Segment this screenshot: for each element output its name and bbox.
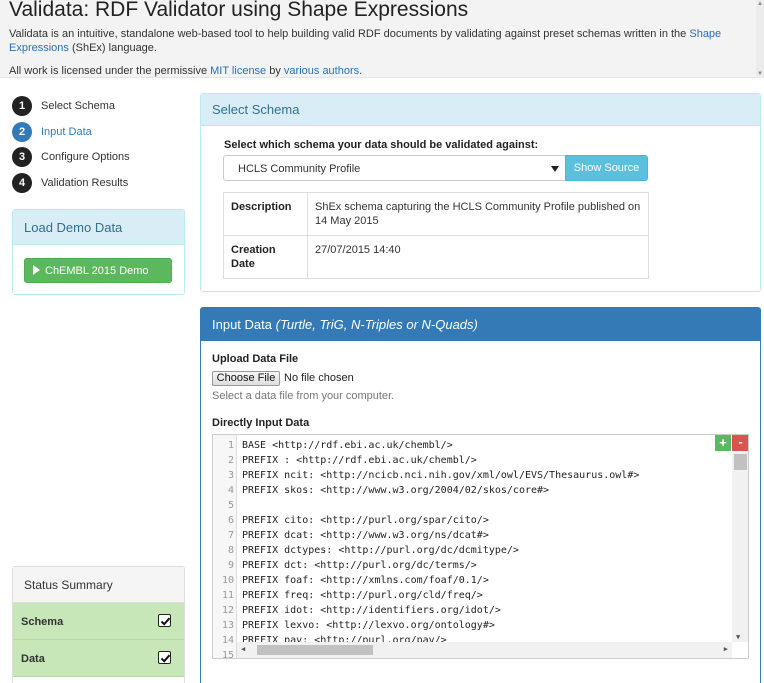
line-number: 3 — [227, 470, 234, 481]
line-text: PREFIX skos: <http://www.w3.org/2004/02/… — [242, 485, 550, 496]
line-text: PREFIX : <http://rdf.ebi.ac.uk/chembl/> — [242, 455, 477, 466]
step-number: 1 — [12, 96, 32, 116]
scroll-down-icon[interactable]: ▼ — [757, 71, 763, 77]
show-source-button[interactable]: Show Source — [565, 155, 648, 181]
line-number: 5 — [227, 500, 234, 511]
intro-text: Validata is an intuitive, standalone web… — [9, 27, 729, 55]
scrollbar-thumb[interactable] — [257, 645, 373, 655]
line-text: PREFIX dct: <http://purl.org/dc/terms/> — [242, 560, 477, 571]
intro-text-end: (ShEx) language. — [68, 42, 157, 54]
license-text-start: All work is licensed under the permissiv… — [9, 65, 211, 77]
line-number: 15 — [221, 650, 234, 659]
schema-selected-value: HCLS Community Profile — [238, 163, 361, 175]
step-label: Input Data — [41, 126, 92, 138]
step-label: Validation Results — [41, 177, 129, 189]
line-number: 8 — [227, 545, 234, 556]
step-number: 3 — [12, 147, 32, 167]
chembl-demo-button[interactable]: ChEMBL 2015 Demo — [24, 258, 172, 283]
schema-info-table: Description ShEx schema capturing the HC… — [223, 192, 649, 279]
scroll-right-icon[interactable]: ▶ — [724, 645, 728, 653]
status-row-data: Data — [13, 640, 184, 677]
schema-question: Select which schema your data should be … — [224, 139, 539, 151]
line-number: 7 — [227, 530, 234, 541]
step-label: Select Schema — [41, 100, 115, 112]
mit-license-link[interactable]: MIT license — [210, 65, 266, 77]
line-number: 12 — [221, 605, 234, 616]
schema-select[interactable]: HCLS Community Profile — [223, 155, 566, 181]
intro-text-start: Validata is an intuitive, standalone web… — [9, 28, 690, 40]
creation-date-label: Creation Date — [223, 235, 308, 279]
line-text: PREFIX dctypes: <http://purl.org/dc/dcmi… — [242, 545, 519, 556]
status-summary-panel: Status Summary Schema Data — [12, 566, 185, 683]
license-text: All work is licensed under the permissiv… — [9, 65, 362, 77]
load-demo-title: Load Demo Data — [13, 210, 184, 245]
page-title: Validata: RDF Validator using Shape Expr… — [9, 0, 469, 21]
line-number: 6 — [227, 515, 234, 526]
chevron-down-icon — [551, 166, 559, 172]
scroll-down-icon[interactable]: ▼ — [736, 633, 740, 641]
checkmark-icon — [158, 614, 171, 627]
select-schema-panel: Select Schema Select which schema your d… — [200, 93, 761, 292]
input-data-title-text: Input Data — [212, 317, 272, 332]
creation-date-value: 27/07/2015 14:40 — [307, 235, 649, 279]
license-text-end: . — [359, 65, 363, 77]
status-label: Schema — [21, 616, 64, 628]
play-icon — [33, 265, 40, 275]
line-number: 9 — [227, 560, 234, 571]
checkmark-icon — [158, 651, 171, 664]
input-data-formats: (Turtle, TriG, N-Triples or N-Quads) — [275, 317, 478, 332]
step-label: Configure Options — [41, 151, 130, 163]
editor-vertical-scrollbar[interactable]: ▼ — [732, 451, 748, 642]
input-data-title: Input Data (Turtle, TriG, N-Triples or N… — [201, 308, 760, 341]
scroll-left-icon[interactable]: ◀ — [241, 645, 245, 653]
authors-link[interactable]: various authors — [284, 65, 359, 77]
step-number: 2 — [12, 122, 32, 142]
scroll-up-icon[interactable]: ▲ — [757, 1, 763, 7]
license-text-mid: by — [266, 65, 284, 77]
line-text: PREFIX freq: <http://purl.org/cld/freq/> — [242, 590, 483, 601]
remove-icon[interactable]: - — [732, 435, 748, 451]
table-row: Description ShEx schema capturing the HC… — [223, 192, 649, 236]
step-number: 4 — [12, 173, 32, 193]
data-editor[interactable]: 1 BASE <http://rdf.ebi.ac.uk/chembl/> 2 PRE… — [212, 434, 749, 659]
description-label: Description — [223, 192, 308, 236]
line-text: PREFIX cito: <http://purl.org/spar/cito/… — [242, 515, 489, 526]
choose-file-button[interactable]: Choose File — [212, 371, 280, 386]
table-row: Creation Date 27/07/2015 14:40 — [223, 235, 649, 279]
page-header: Validata: RDF Validator using Shape Expr… — [0, 0, 764, 78]
line-number: 1 — [227, 440, 234, 451]
editor-horizontal-scrollbar[interactable]: ◀ ▶ — [237, 642, 732, 658]
load-demo-panel: Load Demo Data ChEMBL 2015 Demo — [12, 209, 185, 295]
line-number: 4 — [227, 485, 234, 496]
line-number: 11 — [221, 590, 234, 601]
line-number: 10 — [221, 575, 234, 586]
description-value: ShEx schema capturing the HCLS Community… — [307, 192, 649, 236]
direct-input-label: Directly Input Data — [212, 417, 310, 429]
upload-file-label: Upload Data File — [212, 353, 299, 365]
status-row-schema: Schema — [13, 603, 184, 640]
input-data-panel: Input Data (Turtle, TriG, N-Triples or N… — [200, 307, 761, 683]
line-text: PREFIX dcat: <http://www.w3.org/ns/dcat#… — [242, 530, 489, 541]
status-label: Data — [21, 653, 45, 665]
select-schema-title: Select Schema — [201, 94, 760, 126]
scrollbar-thumb[interactable] — [734, 454, 747, 470]
line-text: PREFIX lexvo: <http://lexvo.org/ontology… — [242, 620, 495, 631]
no-file-text: No file chosen — [284, 372, 354, 384]
add-icon[interactable]: + — [715, 435, 731, 451]
line-number: 13 — [221, 620, 234, 631]
status-summary-title: Status Summary — [13, 567, 184, 603]
line-text: PREFIX ncit: <http://ncicb.nci.nih.gov/x… — [242, 470, 640, 481]
line-text: PREFIX idot: <http://identifiers.org/ido… — [242, 605, 501, 616]
line-number: 14 — [221, 635, 234, 646]
line-text: BASE <http://rdf.ebi.ac.uk/chembl/> — [242, 440, 453, 451]
line-number: 2 — [227, 455, 234, 466]
header-scrollbar[interactable]: ▲ ▼ — [756, 0, 764, 78]
line-text: PREFIX foaf: <http://xmlns.com/foaf/0.1/… — [242, 575, 489, 586]
chembl-demo-label: ChEMBL 2015 Demo — [45, 265, 149, 277]
upload-help-text: Select a data file from your computer. — [212, 390, 395, 402]
